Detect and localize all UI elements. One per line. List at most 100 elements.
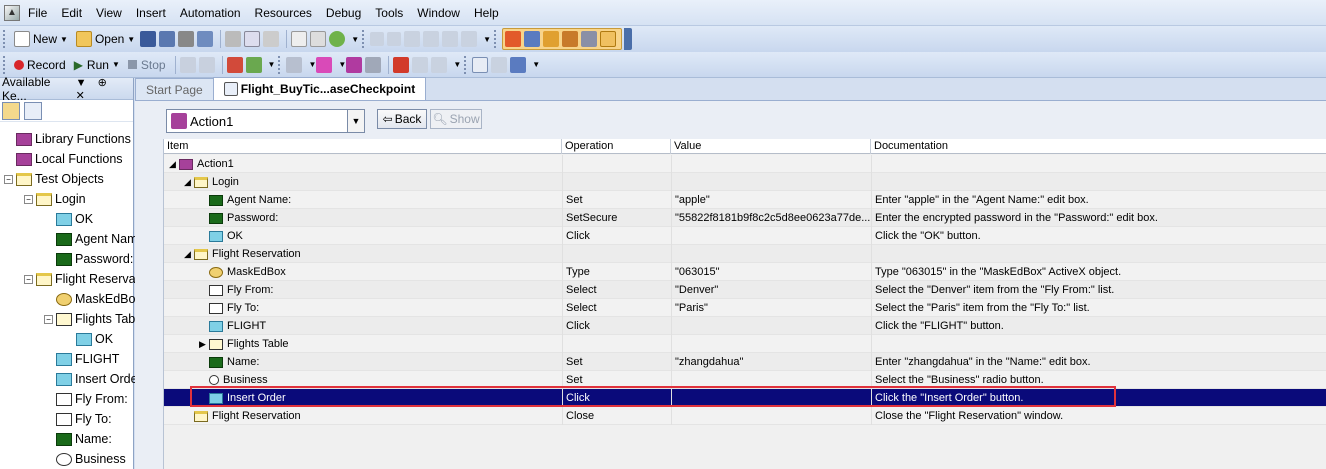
value-cell[interactable] [671,173,870,191]
collapse-icon[interactable]: − [4,174,13,184]
operation-cell[interactable]: Click [562,389,670,407]
group-view-icon[interactable] [2,101,20,120]
operation-cell[interactable]: Type [562,263,670,281]
keyword-tree-item[interactable]: OK [44,209,93,229]
documentation-cell[interactable]: Close the "Flight Reservation" window. [871,407,1326,425]
test-flow-icon[interactable] [505,31,522,47]
replace-icon[interactable] [423,31,440,47]
chevron-down-icon[interactable]: ▼ [351,35,359,44]
analog-recording-icon[interactable] [179,56,196,73]
tab-start-page[interactable]: Start Page [135,78,214,100]
menu-insert[interactable]: Insert [136,6,166,20]
back-button[interactable]: ⇦ Back [377,109,427,129]
item-cell[interactable]: Insert Order [164,389,561,407]
open-button[interactable]: Open ▼ [73,29,138,49]
keyword-tree-item[interactable]: Password: [44,249,133,269]
menu-window[interactable]: Window [417,6,460,20]
panel-controls[interactable]: ▼ ⊕ ✕ [76,76,129,102]
toolbar-grip[interactable] [3,55,7,74]
collapse-icon[interactable]: − [24,194,33,204]
operation-cell[interactable] [562,335,670,353]
operation-cell[interactable] [562,155,670,173]
keyword-tree-item[interactable]: Fly From: [44,389,128,409]
item-cell[interactable]: Agent Name: [164,191,561,209]
menu-help[interactable]: Help [474,6,499,20]
insert-step-icon[interactable] [286,56,303,73]
toolbar-end[interactable] [624,28,633,50]
chevron-down-icon[interactable]: ▼ [453,60,461,69]
chevron-down-icon[interactable]: ▼ [483,35,491,44]
documentation-cell[interactable]: Enter "zhangdahua" in the "Name:" edit b… [871,353,1326,371]
grid-row[interactable]: Fly To: Select "Paris" Select the "Paris" i… [164,299,1326,317]
insert-function-icon[interactable] [316,56,333,73]
database-icon[interactable] [491,56,508,73]
paste-icon[interactable] [263,31,280,47]
item-cell[interactable]: FLIGHT [164,317,561,335]
item-cell[interactable]: Password: [164,209,561,227]
menu-view[interactable]: View [96,6,122,20]
value-cell[interactable] [671,317,870,335]
item-cell[interactable]: Name: [164,353,561,371]
save-icon[interactable] [140,31,157,47]
expanded-arrow-icon[interactable]: ◢ [183,245,192,263]
show-button[interactable]: 🔍︎ Show [430,109,482,129]
column-header-documentation[interactable]: Documentation [871,139,1326,154]
operation-cell[interactable]: Set [562,191,670,209]
expanded-arrow-icon[interactable]: ◢ [183,173,192,191]
action-select[interactable]: Action1 ▼ [166,109,365,133]
comment-icon[interactable] [291,31,308,47]
list-view-icon[interactable] [24,101,42,120]
split-action-icon[interactable] [365,56,382,73]
item-cell[interactable]: MaskEdBox [164,263,561,281]
grid-row[interactable]: Flight Reservation Close Close the "Flight… [164,407,1326,425]
keyword-tree-item[interactable]: Agent Name: [44,229,148,249]
toolbar-grip[interactable] [3,30,7,48]
goto-icon[interactable] [442,31,459,47]
menu-edit[interactable]: Edit [61,6,82,20]
documentation-cell[interactable]: Click the "Insert Order" button. [871,389,1326,407]
object-repository-icon[interactable] [226,56,243,73]
keyword-tree-item[interactable]: Local Functions [4,149,123,169]
item-cell[interactable]: ▶ Flights Table [164,335,561,353]
documentation-cell[interactable]: Select the "Paris" item from the "Fly To… [871,299,1326,317]
value-cell[interactable]: "55822f8181b9f8c2c5d8ee0623a77de... [671,209,870,227]
item-cell[interactable]: ◢ Action1 [164,155,561,173]
grid-row[interactable]: Insert Order Click Click the "Insert Order… [164,389,1326,407]
find-icon[interactable] [404,31,421,47]
grid-row[interactable]: Password: SetSecure "55822f8181b9f8c2c5d8e… [164,209,1326,227]
operation-cell[interactable]: Click [562,317,670,335]
operation-cell[interactable]: Select [562,299,670,317]
grid-row[interactable]: ◢ Login [164,173,1326,191]
item-cell[interactable]: ◢ Login [164,173,561,191]
keyword-tree-item[interactable]: Insert Order [44,369,142,389]
item-cell[interactable]: Fly From: [164,281,561,299]
run-button[interactable]: ▶ Run ▼ [71,55,123,75]
value-cell[interactable]: "zhangdahua" [671,353,870,371]
collapsed-arrow-icon[interactable]: ▶ [198,335,207,353]
value-cell[interactable]: "apple" [671,191,870,209]
keyword-tree-item[interactable]: Fly To: [44,409,112,429]
keyword-tree-item[interactable]: − Flights Table [44,309,145,329]
chevron-down-icon[interactable]: ▼ [347,110,364,132]
documentation-cell[interactable] [871,173,1326,191]
redo-icon[interactable] [387,32,402,46]
toolbar-grip[interactable] [464,55,468,74]
app-icon[interactable]: ▲ [4,4,20,21]
operation-cell[interactable]: Select [562,281,670,299]
keyword-tree-item[interactable]: OK [64,329,113,349]
expanded-arrow-icon[interactable]: ◢ [168,155,177,173]
debug-viewer-icon[interactable] [581,31,598,47]
undo-icon[interactable] [370,32,385,46]
documentation-cell[interactable]: Select the "Business" radio button. [871,371,1326,389]
menu-resources[interactable]: Resources [255,6,312,20]
value-cell[interactable] [671,371,870,389]
toolbar-grip[interactable] [494,30,498,48]
spelling-icon[interactable] [461,31,478,47]
column-header-item[interactable]: Item [164,139,562,154]
documentation-cell[interactable] [871,335,1326,353]
documentation-cell[interactable] [871,245,1326,263]
collapse-icon[interactable]: − [44,314,53,324]
value-cell[interactable]: "Paris" [671,299,870,317]
item-cell[interactable]: Fly To: [164,299,561,317]
grid-row[interactable]: Name: Set "zhangdahua" Enter "zhangdahua" i… [164,353,1326,371]
